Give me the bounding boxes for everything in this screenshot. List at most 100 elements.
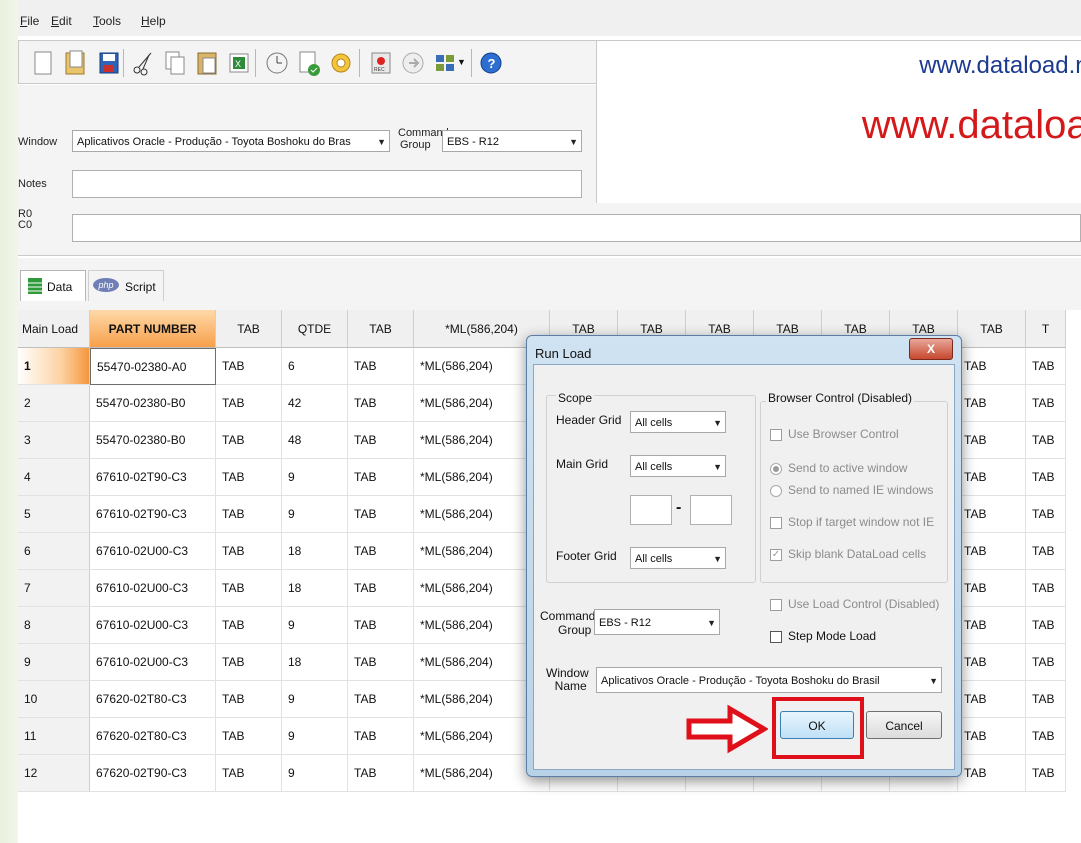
- grid-cell[interactable]: TAB: [958, 385, 1026, 422]
- grid-cell[interactable]: TAB: [958, 496, 1026, 533]
- column-header[interactable]: TAB: [216, 310, 282, 348]
- grid-cell[interactable]: 67620-02T90-C3: [90, 755, 216, 792]
- grid-cell[interactable]: TAB: [1026, 385, 1066, 422]
- tab-data[interactable]: Data: [20, 270, 86, 301]
- grid-cell[interactable]: TAB: [216, 385, 282, 422]
- menu-help[interactable]: Help: [141, 14, 166, 28]
- grid-cell[interactable]: TAB: [348, 570, 414, 607]
- grid-cell[interactable]: 42: [282, 385, 348, 422]
- cell-edit-field[interactable]: [72, 214, 1081, 242]
- copy-icon[interactable]: [163, 49, 187, 77]
- grid-cell[interactable]: 48: [282, 422, 348, 459]
- grid-cell[interactable]: TAB: [1026, 422, 1066, 459]
- excel-icon[interactable]: X: [227, 49, 251, 77]
- grid-cell[interactable]: TAB: [1026, 348, 1066, 385]
- dropdown-arrow-icon[interactable]: ▼: [457, 57, 466, 67]
- header-grid-select[interactable]: All cells ▼: [630, 411, 726, 433]
- gear-icon[interactable]: [329, 49, 353, 77]
- grid-cell[interactable]: TAB: [216, 496, 282, 533]
- grid-cell[interactable]: TAB: [216, 348, 282, 385]
- notes-field[interactable]: [72, 170, 582, 198]
- grid-cell[interactable]: TAB: [216, 755, 282, 792]
- grid-cell[interactable]: TAB: [216, 644, 282, 681]
- column-header[interactable]: PART NUMBER: [90, 310, 216, 348]
- command-group-select[interactable]: EBS - R12 ▼: [442, 130, 582, 152]
- grid-cell[interactable]: TAB: [216, 718, 282, 755]
- cut-icon[interactable]: [131, 49, 155, 77]
- grid-cell[interactable]: TAB: [216, 681, 282, 718]
- grid-cell[interactable]: TAB: [348, 533, 414, 570]
- cancel-button[interactable]: Cancel: [866, 711, 942, 739]
- row-header[interactable]: 2: [18, 385, 90, 422]
- use-browser-control-checkbox[interactable]: [770, 429, 782, 441]
- grid-cell[interactable]: 67610-02U00-C3: [90, 533, 216, 570]
- grid-cell[interactable]: TAB: [1026, 681, 1066, 718]
- grid-cell[interactable]: 18: [282, 570, 348, 607]
- window-select[interactable]: Aplicativos Oracle - Produção - Toyota B…: [72, 130, 390, 152]
- clock-icon[interactable]: [265, 49, 289, 77]
- grid-cell[interactable]: TAB: [348, 385, 414, 422]
- save-icon[interactable]: [97, 49, 121, 77]
- footer-grid-select[interactable]: All cells ▼: [630, 547, 726, 569]
- dialog-command-group-select[interactable]: EBS - R12 ▼: [594, 609, 720, 635]
- grid-cell[interactable]: 9: [282, 681, 348, 718]
- document-check-icon[interactable]: [297, 49, 321, 77]
- grid-cell[interactable]: TAB: [1026, 755, 1066, 792]
- use-load-control-checkbox[interactable]: [770, 599, 782, 611]
- grid-cell[interactable]: TAB: [216, 459, 282, 496]
- grid-cell[interactable]: TAB: [958, 570, 1026, 607]
- grid-cell[interactable]: TAB: [958, 459, 1026, 496]
- grid-cell[interactable]: 67610-02T90-C3: [90, 459, 216, 496]
- row-header[interactable]: 8: [18, 607, 90, 644]
- grid-cell[interactable]: 55470-02380-B0: [90, 422, 216, 459]
- grid-cell[interactable]: 67610-02T90-C3: [90, 496, 216, 533]
- row-header[interactable]: 6: [18, 533, 90, 570]
- menu-file[interactable]: File: [20, 14, 39, 28]
- column-header[interactable]: QTDE: [282, 310, 348, 348]
- grid-cell[interactable]: 67620-02T80-C3: [90, 681, 216, 718]
- grid-cell[interactable]: TAB: [1026, 496, 1066, 533]
- range-from-input[interactable]: [630, 495, 672, 525]
- grid-cell[interactable]: TAB: [348, 718, 414, 755]
- stop-if-not-ie-checkbox[interactable]: [770, 517, 782, 529]
- grid-cell[interactable]: TAB: [1026, 644, 1066, 681]
- grid-cell[interactable]: TAB: [958, 755, 1026, 792]
- grid-cell[interactable]: 9: [282, 496, 348, 533]
- grid-cell[interactable]: TAB: [958, 422, 1026, 459]
- row-header[interactable]: 4: [18, 459, 90, 496]
- open-file-icon[interactable]: [63, 49, 87, 77]
- grid-cell[interactable]: TAB: [348, 496, 414, 533]
- grid-cell[interactable]: 67620-02T80-C3: [90, 718, 216, 755]
- grid-cell[interactable]: 9: [282, 755, 348, 792]
- grid-cell[interactable]: 55470-02380-A0: [90, 348, 216, 385]
- grid-cell[interactable]: 9: [282, 718, 348, 755]
- column-header[interactable]: Main Load: [18, 310, 90, 348]
- grid-cell[interactable]: TAB: [348, 755, 414, 792]
- menu-edit[interactable]: Edit: [51, 14, 72, 28]
- grid-cell[interactable]: TAB: [348, 422, 414, 459]
- grid-cell[interactable]: TAB: [958, 533, 1026, 570]
- column-header[interactable]: TAB: [348, 310, 414, 348]
- grid-cell[interactable]: 9: [282, 607, 348, 644]
- paste-icon[interactable]: [195, 49, 219, 77]
- grid-cell[interactable]: TAB: [1026, 570, 1066, 607]
- grid-cell[interactable]: 9: [282, 459, 348, 496]
- grid-cell[interactable]: TAB: [216, 533, 282, 570]
- record-icon[interactable]: REC: [369, 49, 393, 77]
- grid-cell[interactable]: TAB: [958, 681, 1026, 718]
- grid-cell[interactable]: 55470-02380-B0: [90, 385, 216, 422]
- skip-blank-checkbox[interactable]: ✓: [770, 549, 782, 561]
- grid-cell[interactable]: TAB: [958, 644, 1026, 681]
- grid-cell[interactable]: 67610-02U00-C3: [90, 607, 216, 644]
- grid-cell[interactable]: TAB: [216, 422, 282, 459]
- column-header[interactable]: TAB: [958, 310, 1026, 348]
- grid-cell[interactable]: TAB: [348, 348, 414, 385]
- row-header[interactable]: 9: [18, 644, 90, 681]
- grid-cell[interactable]: 67610-02U00-C3: [90, 570, 216, 607]
- grid-cell[interactable]: TAB: [348, 644, 414, 681]
- grid-cell[interactable]: TAB: [958, 607, 1026, 644]
- grid-cell[interactable]: TAB: [958, 348, 1026, 385]
- grid-cell[interactable]: 18: [282, 533, 348, 570]
- tab-script[interactable]: php Script: [88, 270, 164, 301]
- grid-cell[interactable]: 6: [282, 348, 348, 385]
